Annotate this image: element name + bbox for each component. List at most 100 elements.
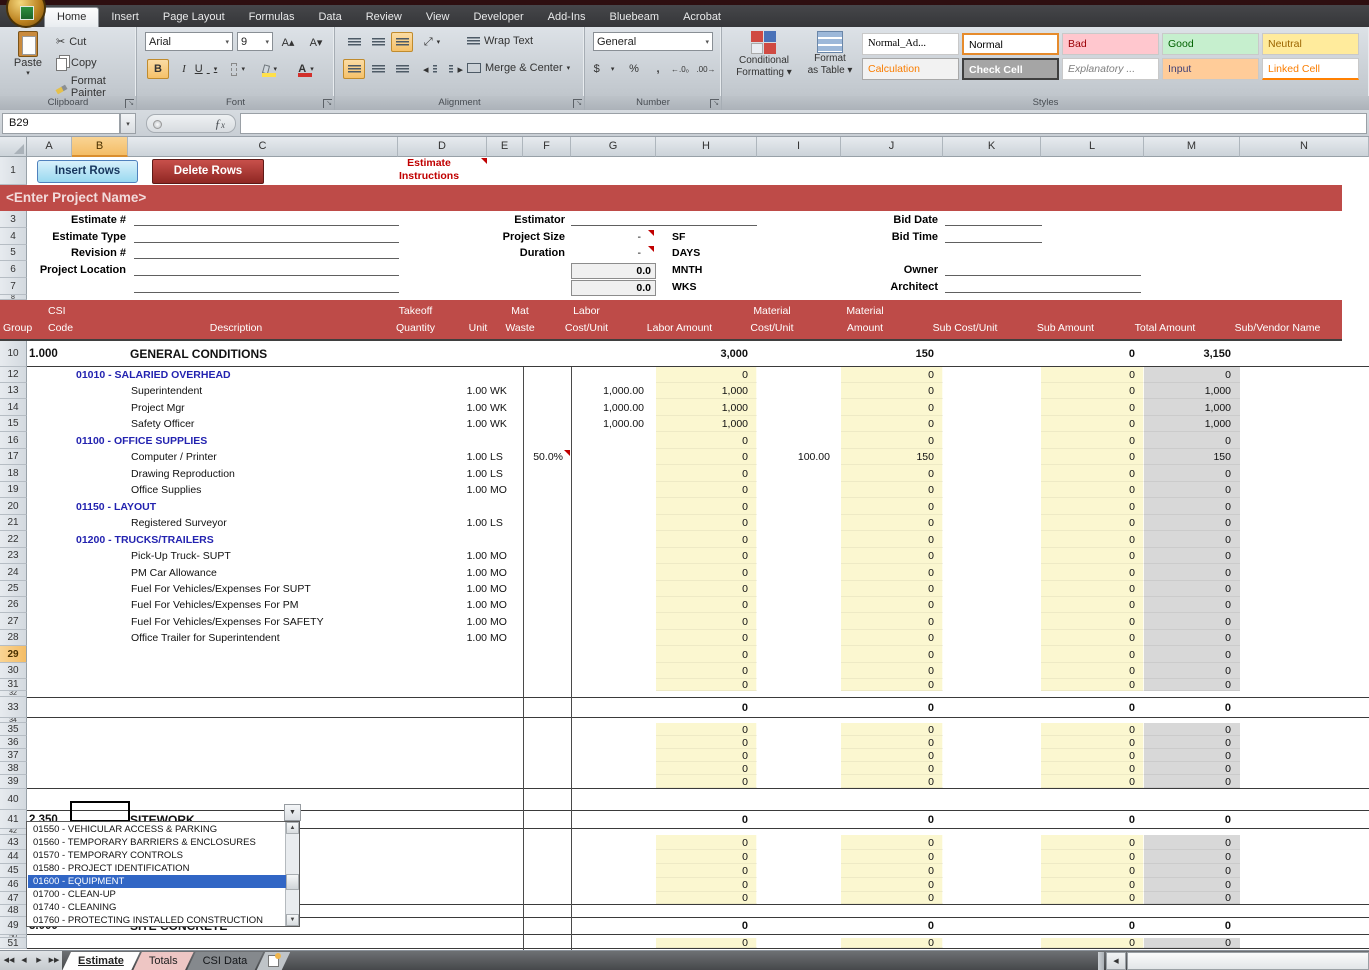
grid-cell[interactable]: 0 <box>1041 762 1144 775</box>
row-header-43[interactable]: 43 <box>0 835 27 850</box>
grid-cell[interactable]: WK <box>490 416 522 432</box>
grid-cell[interactable]: 0 <box>656 515 757 531</box>
grid-cell[interactable]: 0 <box>1144 564 1240 581</box>
grid-cell[interactable]: 0 <box>656 723 757 736</box>
grid-cell[interactable]: 0 <box>841 850 943 864</box>
borders-button[interactable]: ▾ <box>227 59 249 79</box>
grid-cell[interactable]: 0 <box>656 581 757 597</box>
grid-cell[interactable]: 0 <box>1041 399 1144 416</box>
column-header-K[interactable]: K <box>943 137 1041 157</box>
align-bottom-button[interactable] <box>391 32 413 52</box>
grid-cell[interactable]: 0 <box>1041 597 1144 613</box>
style-chip-check[interactable]: Check Cell <box>962 58 1059 80</box>
grid-cell[interactable]: 0 <box>1144 613 1240 630</box>
grid-cell[interactable]: 0 <box>656 498 757 515</box>
grid-cell[interactable]: 150 <box>841 341 943 366</box>
format-as-table-button[interactable]: Formatas Table ▾ <box>804 31 856 77</box>
row-header-14[interactable]: 14 <box>0 399 27 416</box>
sheet-tab-csi-data[interactable]: CSI Data <box>187 952 264 970</box>
grid-cell[interactable]: 0 <box>656 775 757 788</box>
grid-cell[interactable]: 0 <box>841 679 943 691</box>
grid-cell[interactable]: 0 <box>1041 663 1144 679</box>
grid-cell[interactable]: 1.00 <box>398 465 487 482</box>
row-header-29[interactable]: 29 <box>0 646 27 663</box>
grid-cell[interactable]: 0 <box>841 918 943 934</box>
grid-cell[interactable]: 1.00 <box>398 581 487 597</box>
grid-cell[interactable]: 0 <box>1041 432 1144 449</box>
grid-cell[interactable]: 0 <box>1144 723 1240 736</box>
grid-cell[interactable]: 0 <box>656 698 757 717</box>
row-header-51[interactable]: 51 <box>0 938 27 949</box>
grid-cell[interactable]: PM Car Allowance <box>131 564 401 581</box>
sheet-tab-totals[interactable]: Totals <box>133 952 194 970</box>
grid-cell[interactable]: 50.0% <box>523 449 563 465</box>
grid-cell[interactable]: Registered Surveyor <box>131 515 401 531</box>
grid-cell[interactable]: 0 <box>656 630 757 646</box>
grid-cell[interactable]: 0 <box>1144 892 1240 904</box>
grow-font-button[interactable]: A▴ <box>277 32 299 52</box>
selected-cell-b29[interactable] <box>70 801 130 822</box>
align-top-button[interactable] <box>343 32 365 52</box>
grid-cell[interactable]: Safety Officer <box>131 416 401 432</box>
grid-cell[interactable]: 0 <box>1041 775 1144 788</box>
grid-cell[interactable]: 1,000 <box>656 399 757 416</box>
row-header-40[interactable]: 40 <box>0 789 27 810</box>
grid-cell[interactable]: MO <box>490 482 522 498</box>
row-header-21[interactable]: 21 <box>0 515 27 531</box>
number-format-select[interactable]: General▾ <box>593 32 713 51</box>
dropdown-item-01580[interactable]: 01580 - PROJECT IDENTIFICATION <box>28 862 286 875</box>
row-header-31[interactable]: 31 <box>0 679 27 691</box>
next-sheet-button[interactable]: ▶ <box>32 954 46 968</box>
column-header-M[interactable]: M <box>1144 137 1240 157</box>
grid-cell[interactable]: 0 <box>656 850 757 864</box>
style-chip-good[interactable]: Good <box>1162 33 1259 55</box>
row-header-12[interactable]: 12 <box>0 367 27 383</box>
grid-cell[interactable]: Fuel For Vehicles/Expenses For SUPT <box>131 581 401 597</box>
grid-cell[interactable]: 150 <box>1144 449 1240 465</box>
style-chip-calculation[interactable]: Calculation <box>862 58 959 80</box>
grid-cell[interactable]: 0 <box>841 465 943 482</box>
grid-cell[interactable]: 1,000.00 <box>571 399 648 416</box>
grid-cell[interactable]: 0 <box>1041 416 1144 432</box>
grid-cell[interactable]: 01150 - LAYOUT <box>76 498 406 515</box>
grid-cell[interactable]: 1.00 <box>398 416 487 432</box>
grid-cell[interactable]: 0 <box>841 835 943 850</box>
grid-cell[interactable]: 0 <box>841 564 943 581</box>
align-right-button[interactable] <box>391 59 413 79</box>
grid-cell[interactable]: 0 <box>656 835 757 850</box>
decrease-indent-button[interactable]: ◂ <box>419 59 441 79</box>
grid-cell[interactable]: 0 <box>841 892 943 904</box>
formula-input[interactable] <box>240 113 1367 134</box>
merge-center-button[interactable]: Merge & Center▾ <box>463 60 574 76</box>
row-header-24[interactable]: 24 <box>0 564 27 581</box>
row-header-7[interactable]: 7 <box>0 278 27 295</box>
dropdown-item-01560[interactable]: 01560 - TEMPORARY BARRIERS & ENCLOSURES <box>28 836 286 849</box>
grid-cell[interactable]: 1.00 <box>398 597 487 613</box>
grid-cell[interactable]: 1,000 <box>1144 416 1240 432</box>
fill-color-button[interactable]: ▾ <box>259 59 281 79</box>
row-header-44[interactable]: 44 <box>0 850 27 864</box>
bid-time-field[interactable] <box>945 218 1042 243</box>
estimate-instructions-note[interactable]: EstimateInstructions <box>371 157 487 183</box>
grid-cell[interactable]: 0 <box>841 515 943 531</box>
grid-cell[interactable]: 0 <box>1041 515 1144 531</box>
copy-button[interactable]: Copy <box>52 53 101 73</box>
grid-cell[interactable]: 0 <box>1041 723 1144 736</box>
grid-cell[interactable]: 0 <box>1144 762 1240 775</box>
ribbon-tab-home[interactable]: Home <box>44 7 99 27</box>
row-header-36[interactable]: 36 <box>0 736 27 749</box>
first-sheet-button[interactable]: ◀◀ <box>2 954 16 968</box>
grid-cell[interactable]: 0 <box>656 367 757 383</box>
grid-cell[interactable]: 0 <box>841 548 943 564</box>
scroll-up-icon[interactable]: ▲ <box>286 822 299 834</box>
grid-cell[interactable]: 0 <box>1144 736 1240 749</box>
column-header-C[interactable]: C <box>128 137 398 157</box>
grid-cell[interactable]: WK <box>490 383 522 399</box>
grid-cell[interactable]: 0 <box>1144 597 1240 613</box>
grid-cell[interactable]: 1.000 <box>29 341 99 366</box>
style-chip-normal-ad[interactable]: Normal_Ad... <box>862 33 959 55</box>
style-chip-input[interactable]: Input <box>1162 58 1259 80</box>
column-header-H[interactable]: H <box>656 137 757 157</box>
row-header-47[interactable]: 47 <box>0 892 27 905</box>
row-header-17[interactable]: 17 <box>0 449 27 465</box>
